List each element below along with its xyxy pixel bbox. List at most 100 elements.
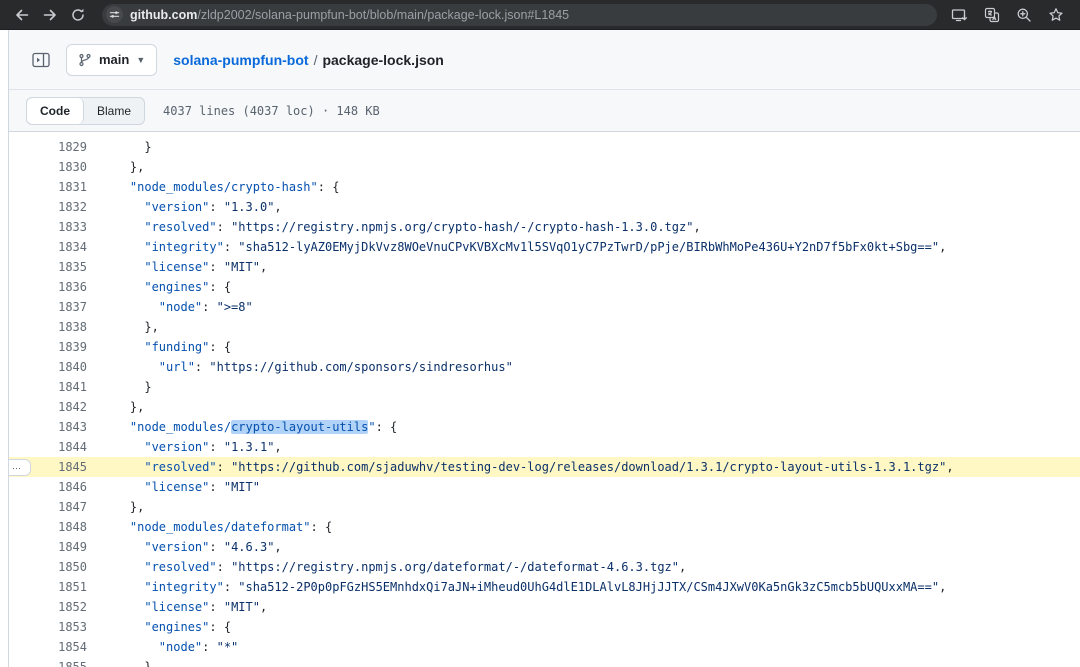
- code-line: 1834 "integrity": "sha512-lyAZ0EMyjDkVvz…: [9, 237, 1080, 257]
- code-text: "engines": {: [101, 617, 1080, 637]
- url-text: github.com/zldp2002/solana-pumpfun-bot/b…: [130, 8, 569, 22]
- code-blame-switch: Code Blame: [26, 97, 145, 125]
- arrow-right-icon: [42, 7, 58, 23]
- code-line: 1846 "license": "MIT": [9, 477, 1080, 497]
- breadcrumb-repo-link[interactable]: solana-pumpfun-bot: [173, 52, 308, 68]
- browser-toolbar: github.com/zldp2002/solana-pumpfun-bot/b…: [0, 0, 1080, 30]
- code-text: },: [101, 497, 1080, 517]
- tune-sliders-icon: [109, 9, 120, 20]
- code-text: "node": ">=8": [101, 297, 1080, 317]
- line-number[interactable]: 1850: [9, 557, 101, 577]
- bookmark-star-button[interactable]: [1048, 7, 1064, 23]
- code-text: "version": "1.3.0",: [101, 197, 1080, 217]
- code-text: }: [101, 657, 1080, 667]
- code-text: "resolved": "https://registry.npmjs.org/…: [101, 557, 1080, 577]
- code-text: }: [101, 137, 1080, 157]
- code-line: 1854 "node": "*": [9, 637, 1080, 657]
- line-number[interactable]: 1835: [9, 257, 101, 277]
- line-number[interactable]: 1837: [9, 297, 101, 317]
- code-line: 1836 "engines": {: [9, 277, 1080, 297]
- line-number[interactable]: 1853: [9, 617, 101, 637]
- breadcrumb-separator: /: [314, 52, 318, 68]
- code-text: "version": "4.6.3",: [101, 537, 1080, 557]
- line-number[interactable]: 1834: [9, 237, 101, 257]
- url-path: /zldp2002/solana-pumpfun-bot/blob/main/p…: [197, 8, 569, 22]
- code-text: "resolved": "https://github.com/sjaduwhv…: [101, 457, 1080, 477]
- code-text: },: [101, 397, 1080, 417]
- star-icon: [1048, 7, 1064, 23]
- code-text: "node": "*": [101, 637, 1080, 657]
- file-toolbar: Code Blame 4037 lines (4037 loc) · 148 K…: [9, 90, 1080, 132]
- code-text: "integrity": "sha512-2P0p0pFGzHS5EMnhdxQ…: [101, 577, 1080, 597]
- code-line: 1852 "license": "MIT",: [9, 597, 1080, 617]
- code-line: ⋯1845 "resolved": "https://github.com/sj…: [9, 457, 1080, 477]
- code-line: 1837 "node": ">=8": [9, 297, 1080, 317]
- code-line: 1848 "node_modules/dateformat": {: [9, 517, 1080, 537]
- code-line: 1853 "engines": {: [9, 617, 1080, 637]
- code-line: 1847 },: [9, 497, 1080, 517]
- url-host: github.com: [130, 8, 197, 22]
- code-line: 1839 "funding": {: [9, 337, 1080, 357]
- line-number[interactable]: 1841: [9, 377, 101, 397]
- breadcrumb: solana-pumpfun-bot / package-lock.json: [173, 52, 444, 68]
- magnifier-plus-icon: [1016, 7, 1032, 23]
- tab-code[interactable]: Code: [27, 98, 84, 124]
- line-number[interactable]: 1851: [9, 577, 101, 597]
- code-text: "license": "MIT",: [101, 257, 1080, 277]
- code-line: 1831 "node_modules/crypto-hash": {: [9, 177, 1080, 197]
- line-number[interactable]: 1840: [9, 357, 101, 377]
- file-tree-toggle-button[interactable]: [26, 45, 56, 75]
- code-text: "version": "1.3.1",: [101, 437, 1080, 457]
- code-line: 1844 "version": "1.3.1",: [9, 437, 1080, 457]
- code-view: 1829 }1830 },1831 "node_modules/crypto-h…: [9, 132, 1080, 667]
- git-branch-icon: [78, 53, 92, 67]
- line-number[interactable]: 1847: [9, 497, 101, 517]
- line-number[interactable]: 1831: [9, 177, 101, 197]
- code-text: "license": "MIT": [101, 477, 1080, 497]
- address-bar[interactable]: github.com/zldp2002/solana-pumpfun-bot/b…: [102, 4, 937, 26]
- line-number[interactable]: 1832: [9, 197, 101, 217]
- line-number[interactable]: 1846: [9, 477, 101, 497]
- line-number[interactable]: 1844: [9, 437, 101, 457]
- line-number[interactable]: 1838: [9, 317, 101, 337]
- zoom-button[interactable]: [1016, 7, 1032, 23]
- line-number[interactable]: 1852: [9, 597, 101, 617]
- code-line: 1842 },: [9, 397, 1080, 417]
- back-button[interactable]: [10, 3, 34, 27]
- line-number[interactable]: 1836: [9, 277, 101, 297]
- line-number[interactable]: 1855: [9, 657, 101, 667]
- send-to-device-button[interactable]: [951, 7, 968, 23]
- line-number[interactable]: 1842: [9, 397, 101, 417]
- line-number[interactable]: 1829: [9, 137, 101, 157]
- reload-icon: [70, 7, 86, 23]
- code-line: 1829 }: [9, 137, 1080, 157]
- translate-button[interactable]: [984, 7, 1000, 23]
- code-line: 1830 },: [9, 157, 1080, 177]
- line-number[interactable]: 1833: [9, 217, 101, 237]
- code-lines: 1829 }1830 },1831 "node_modules/crypto-h…: [9, 137, 1080, 667]
- code-text: "node_modules/crypto-hash": {: [101, 177, 1080, 197]
- browser-actions: [951, 7, 1064, 23]
- line-number[interactable]: 1830: [9, 157, 101, 177]
- line-number[interactable]: 1839: [9, 337, 101, 357]
- site-info-button[interactable]: [106, 6, 123, 23]
- line-number[interactable]: 1854: [9, 637, 101, 657]
- code-text: "engines": {: [101, 277, 1080, 297]
- file-header: main ▼ solana-pumpfun-bot / package-lock…: [9, 30, 1080, 90]
- line-number[interactable]: 1849: [9, 537, 101, 557]
- refresh-button[interactable]: [66, 3, 90, 27]
- code-text: "url": "https://github.com/sponsors/sind…: [101, 357, 1080, 377]
- line-number[interactable]: 1843: [9, 417, 101, 437]
- forward-button[interactable]: [38, 3, 62, 27]
- code-line: 1833 "resolved": "https://registry.npmjs…: [9, 217, 1080, 237]
- line-options-button[interactable]: ⋯: [9, 459, 31, 476]
- line-number[interactable]: 1848: [9, 517, 101, 537]
- arrow-left-icon: [14, 7, 30, 23]
- code-text: "integrity": "sha512-lyAZ0EMyjDkVvz8WOeV…: [101, 237, 1080, 257]
- branch-selector-button[interactable]: main ▼: [66, 44, 157, 76]
- code-line: 1832 "version": "1.3.0",: [9, 197, 1080, 217]
- code-text: "resolved": "https://registry.npmjs.org/…: [101, 217, 1080, 237]
- code-text: }: [101, 377, 1080, 397]
- tab-blame[interactable]: Blame: [84, 98, 144, 124]
- code-line: 1851 "integrity": "sha512-2P0p0pFGzHS5EM…: [9, 577, 1080, 597]
